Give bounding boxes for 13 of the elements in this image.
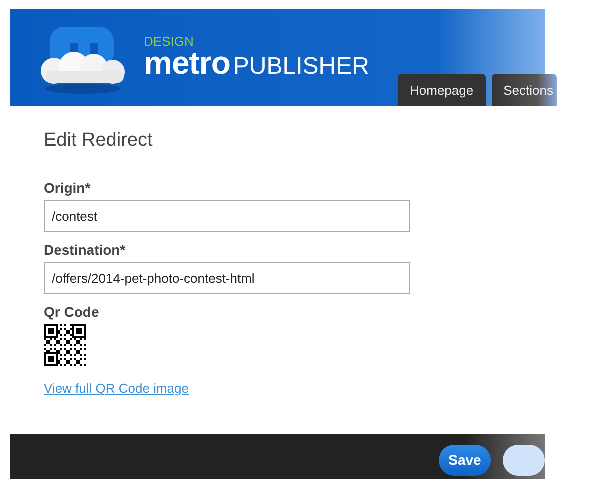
save-button[interactable]: Save: [439, 444, 491, 476]
nav-tab[interactable]: Homepage: [398, 74, 486, 106]
field-label: Origin*: [44, 180, 92, 196]
qr-code-drawing: [44, 324, 86, 366]
field-label: Destination*: [44, 242, 127, 258]
brand-tagline: DESIGN: [144, 35, 195, 48]
brand-name-suffix: PUBLISHER: [233, 52, 370, 82]
page-title: Edit Redirect: [44, 130, 154, 152]
brand-name: metro: [144, 48, 230, 78]
input-field[interactable]: /offers/2014-pet-photo-contest-html: [44, 262, 410, 294]
input-field[interactable]: /contest: [44, 200, 410, 232]
faded-button[interactable]: [503, 444, 545, 476]
field-label: Qr Code: [44, 304, 100, 320]
